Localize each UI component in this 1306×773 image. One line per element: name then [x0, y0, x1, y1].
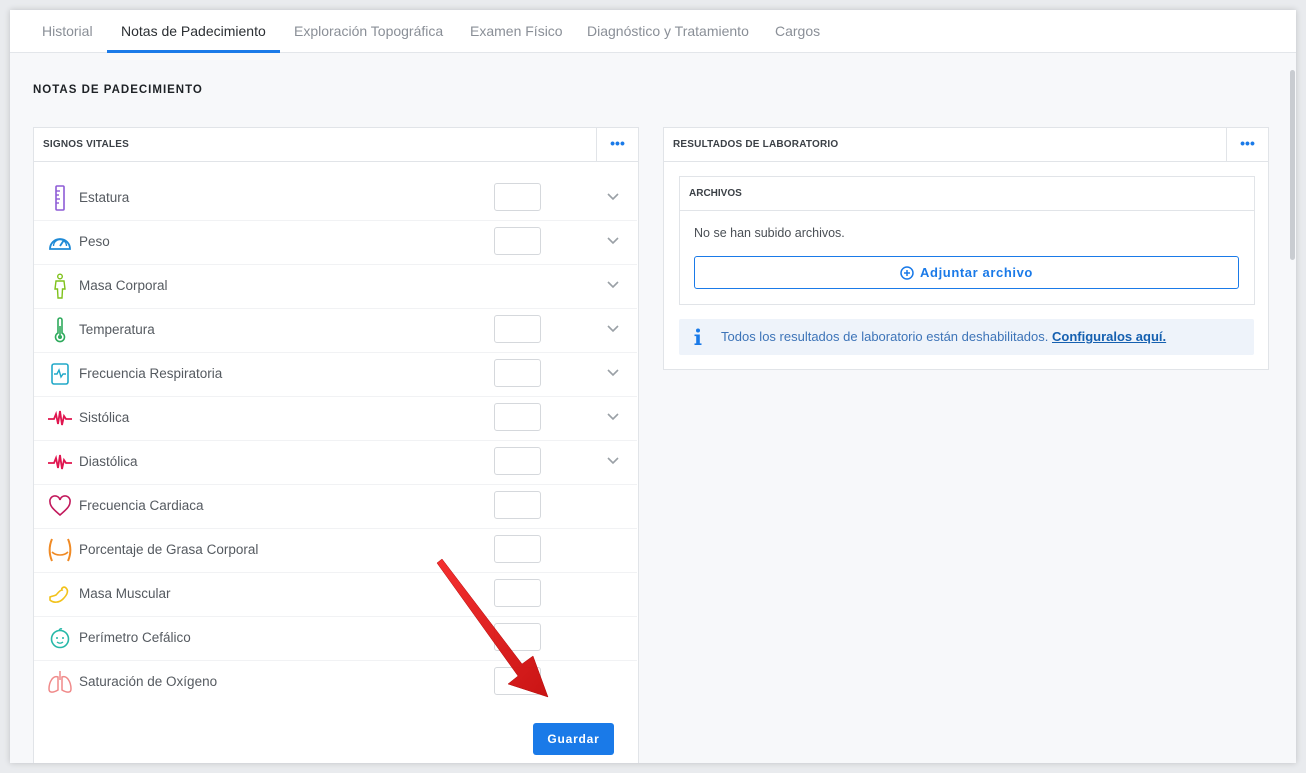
diastolica-input[interactable]: [494, 447, 541, 475]
frecuencia-respiratoria-input[interactable]: [494, 359, 541, 387]
vital-label: Saturación de Oxígeno: [79, 674, 218, 689]
app-frame: Historial Notas de Padecimiento Explorac…: [10, 10, 1296, 763]
vital-row-estatura: Estatura: [34, 176, 637, 221]
tab-bar: Historial Notas de Padecimiento Explorac…: [10, 10, 1296, 53]
chevron-down-icon[interactable]: [606, 277, 620, 291]
vital-row-temperatura: Temperatura: [34, 308, 637, 353]
tab-diagnostico-y-tratamiento[interactable]: Diagnóstico y Tratamiento: [587, 10, 749, 52]
files-box: ARCHIVOS No se han subido archivos. Adju…: [679, 176, 1255, 305]
lab-panel-header: RESULTADOS DE LABORATORIO •••: [664, 128, 1268, 162]
info-message: Todos los resultados de laboratorio está…: [721, 329, 1049, 344]
configure-link[interactable]: Configuralos aquí.: [1052, 329, 1166, 344]
vital-label: Sistólica: [79, 410, 130, 425]
chevron-down-icon[interactable]: [606, 189, 620, 203]
perimetro-cefalico-input[interactable]: [494, 623, 541, 651]
lab-results-panel: RESULTADOS DE LABORATORIO ••• ARCHIVOS N…: [663, 127, 1269, 370]
vitals-panel-title: SIGNOS VITALES: [43, 139, 129, 150]
thermometer-icon: [54, 317, 66, 343]
attach-file-label: Adjuntar archivo: [920, 265, 1033, 280]
pulse-wave-icon: [48, 410, 72, 426]
masa-muscular-input[interactable]: [494, 579, 541, 607]
vital-label: Masa Muscular: [79, 586, 171, 601]
vital-label: Diastólica: [79, 454, 138, 469]
body-figure-icon: [54, 273, 66, 299]
vital-row-masa-corporal: Masa Corporal: [34, 264, 637, 309]
vital-label: Estatura: [79, 190, 130, 205]
peso-input[interactable]: [494, 227, 541, 255]
vital-label: Frecuencia Cardiaca: [79, 498, 204, 513]
lab-panel-title: RESULTADOS DE LABORATORIO: [673, 139, 839, 150]
vital-label: Porcentaje de Grasa Corporal: [79, 542, 259, 557]
tab-examen-fisico[interactable]: Examen Físico: [470, 10, 563, 52]
files-title: ARCHIVOS: [689, 188, 742, 199]
chevron-down-icon[interactable]: [606, 453, 620, 467]
info-icon: [694, 328, 702, 345]
vital-row-masa-muscular: Masa Muscular: [34, 572, 637, 617]
baby-head-icon: [50, 628, 70, 649]
tab-notas-de-padecimiento[interactable]: Notas de Padecimiento: [107, 10, 280, 53]
pulse-wave-icon: [48, 454, 72, 470]
more-dots-icon[interactable]: •••: [1226, 128, 1268, 161]
info-text: Todos los resultados de laboratorio está…: [721, 329, 1166, 344]
vital-row-perimetro-cefalico: Perímetro Cefálico: [34, 616, 637, 661]
vital-row-saturacion-oxigeno: Saturación de Oxígeno: [34, 660, 637, 704]
saturacion-oxigeno-input[interactable]: [494, 667, 541, 695]
vital-label: Peso: [79, 234, 110, 249]
scale-gauge-icon: [49, 238, 71, 250]
heart-icon: [49, 495, 71, 517]
attach-file-button[interactable]: Adjuntar archivo: [694, 256, 1239, 289]
chevron-down-icon[interactable]: [606, 233, 620, 247]
vital-row-peso: Peso: [34, 220, 637, 265]
chevron-down-icon[interactable]: [606, 321, 620, 335]
frecuencia-cardiaca-input[interactable]: [494, 491, 541, 519]
scrollbar[interactable]: [1290, 70, 1295, 260]
estatura-input[interactable]: [494, 183, 541, 211]
vitals-panel-header: SIGNOS VITALES •••: [34, 128, 638, 162]
vital-row-frecuencia-cardiaca: Frecuencia Cardiaca: [34, 484, 637, 529]
save-button[interactable]: Guardar: [533, 723, 614, 755]
tab-historial[interactable]: Historial: [42, 10, 93, 52]
no-files-text: No se han subido archivos.: [694, 226, 845, 240]
vital-row-sistolica: Sistólica: [34, 396, 637, 441]
vital-label: Temperatura: [79, 322, 155, 337]
chevron-down-icon[interactable]: [606, 409, 620, 423]
ruler-icon: [55, 185, 65, 211]
tab-cargos[interactable]: Cargos: [775, 10, 820, 52]
tab-exploracion-topografica[interactable]: Exploración Topográfica: [294, 10, 443, 52]
temperatura-input[interactable]: [494, 315, 541, 343]
vital-row-porcentaje-grasa-corporal: Porcentaje de Grasa Corporal: [34, 528, 637, 573]
vitals-panel: SIGNOS VITALES ••• Estatura Peso Masa Co…: [33, 127, 639, 763]
waist-icon: [48, 538, 72, 562]
vital-label: Frecuencia Respiratoria: [79, 366, 223, 381]
vital-row-diastolica: Diastólica: [34, 440, 637, 485]
muscle-arm-icon: [49, 586, 69, 603]
more-dots-icon[interactable]: •••: [596, 128, 638, 161]
grasa-corporal-input[interactable]: [494, 535, 541, 563]
monitor-wave-icon: [51, 363, 69, 385]
lungs-icon: [48, 671, 72, 693]
sistolica-input[interactable]: [494, 403, 541, 431]
plus-circle-icon: [900, 265, 914, 280]
vital-row-frecuencia-respiratoria: Frecuencia Respiratoria: [34, 352, 637, 397]
files-header: ARCHIVOS: [680, 177, 1254, 211]
chevron-down-icon[interactable]: [606, 365, 620, 379]
vital-label: Masa Corporal: [79, 278, 168, 293]
vital-label: Perímetro Cefálico: [79, 630, 191, 645]
info-alert: Todos los resultados de laboratorio está…: [679, 319, 1254, 355]
page-title: NOTAS DE PADECIMIENTO: [33, 84, 203, 96]
